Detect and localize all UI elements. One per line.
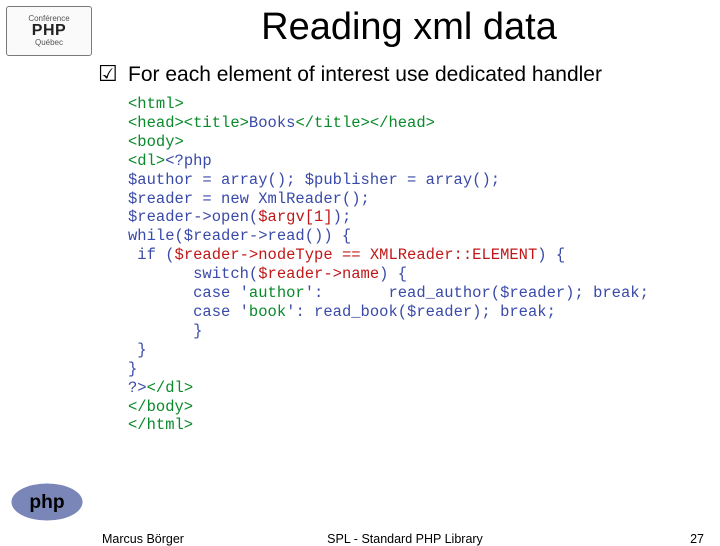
bullet-text: For each element of interest use dedicat… — [128, 63, 602, 87]
sidebar: Conférence PHP Québec php — [0, 0, 98, 540]
code-block: <html> <head><title>Books</title></head>… — [128, 95, 720, 435]
php-logo: php — [10, 482, 84, 522]
checkmark-icon: ☑ — [98, 63, 128, 85]
logo-line2: PHP — [32, 23, 66, 39]
conference-logo: Conférence PHP Québec — [6, 6, 92, 56]
bullet-row: ☑ For each element of interest use dedic… — [98, 63, 720, 87]
svg-text:php: php — [29, 492, 64, 513]
footer-page-number: 27 — [690, 532, 704, 546]
slide-content: Reading xml data ☑ For each element of i… — [98, 0, 720, 540]
footer-title: SPL - Standard PHP Library — [98, 532, 712, 546]
logo-line3: Québec — [35, 39, 63, 47]
slide-title: Reading xml data — [98, 6, 720, 49]
